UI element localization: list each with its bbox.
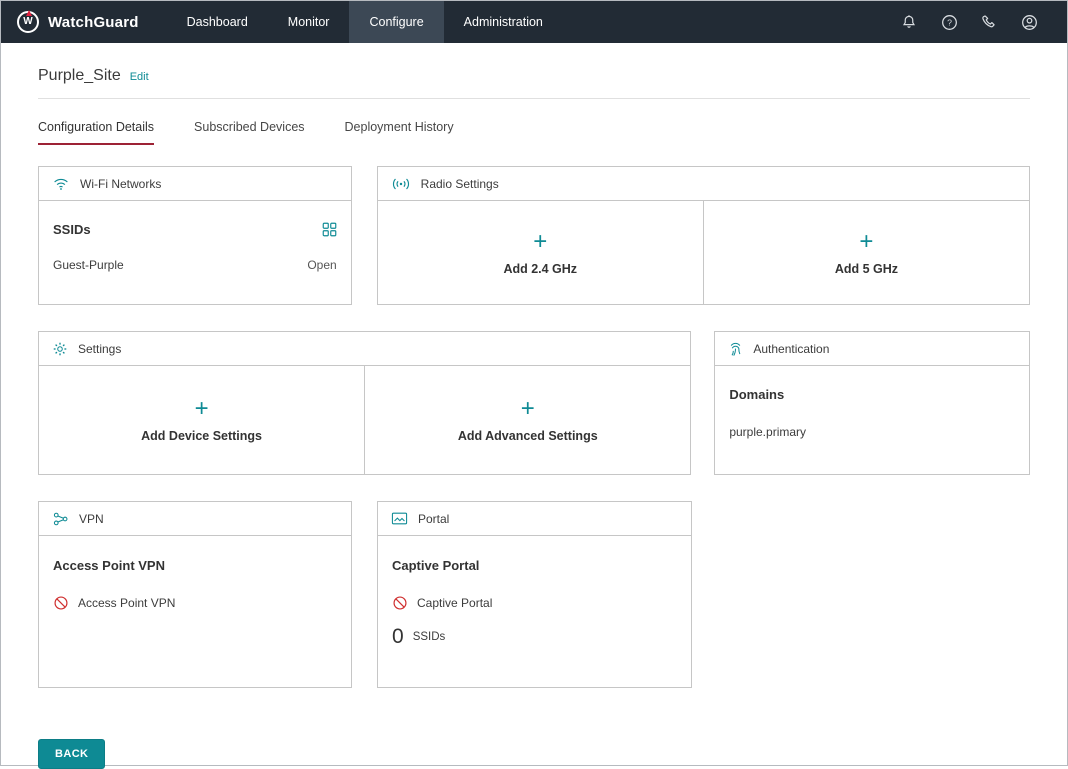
vpn-card-header: VPN <box>39 502 351 536</box>
svg-text:?: ? <box>947 17 952 27</box>
top-navbar: W WatchGuard Dashboard Monitor Configure… <box>1 1 1067 43</box>
portal-status-label: Captive Portal <box>417 596 492 610</box>
fingerprint-icon <box>728 341 743 357</box>
radio-settings-card: Radio Settings + Add 2.4 GHz + Add 5 GHz <box>377 166 1030 305</box>
help-question-icon[interactable]: ? <box>935 8 963 36</box>
ssids-header-row: SSIDs <box>53 222 337 237</box>
navbar-utility-icons: ? <box>895 1 1067 43</box>
ssid-count-label: SSIDs <box>413 631 446 643</box>
portal-ssid-count-row: 0 SSIDs <box>392 626 677 647</box>
tab-deployment-history[interactable]: Deployment History <box>345 120 454 145</box>
ssid-name: Guest-Purple <box>53 258 124 272</box>
nav-item-monitor[interactable]: Monitor <box>268 1 350 43</box>
plus-icon: + <box>195 397 209 421</box>
settings-card-body: + Add Device Settings + Add Advanced Set… <box>39 366 690 474</box>
add-24ghz-label: Add 2.4 GHz <box>503 262 577 276</box>
domain-value[interactable]: purple.primary <box>729 425 1015 439</box>
share-nodes-icon <box>52 511 69 527</box>
ssids-label: SSIDs <box>53 222 91 237</box>
access-point-vpn-heading: Access Point VPN <box>53 558 337 573</box>
add-advanced-settings-button[interactable]: + Add Advanced Settings <box>364 366 690 474</box>
watchguard-wifi-cloud-app: { "navbar": { "brand": "WatchGuard", "it… <box>0 0 1068 766</box>
phone-support-icon[interactable] <box>975 8 1003 36</box>
image-icon <box>391 511 408 526</box>
back-button[interactable]: BACK <box>38 739 105 769</box>
account-user-icon[interactable] <box>1015 8 1043 36</box>
watchguard-brand[interactable]: W WatchGuard <box>1 1 167 43</box>
radio-settings-card-body: + Add 2.4 GHz + Add 5 GHz <box>378 201 1029 304</box>
captive-portal-heading: Captive Portal <box>392 558 677 573</box>
card-row-2: Settings + Add Device Settings + Add Adv… <box>38 331 1030 475</box>
add-device-settings-button[interactable]: + Add Device Settings <box>39 366 364 474</box>
settings-card: Settings + Add Device Settings + Add Adv… <box>38 331 691 475</box>
page-content: Purple_Site Edit Configuration Details S… <box>1 67 1067 688</box>
vpn-card-body: Access Point VPN Access Point VPN <box>39 536 351 687</box>
authentication-card-header: Authentication <box>715 332 1029 366</box>
wifi-networks-card-body: SSIDs Guest-Purple Open <box>39 201 351 296</box>
authentication-card-body: Domains purple.primary <box>715 366 1029 460</box>
authentication-card-title: Authentication <box>753 342 829 356</box>
page-title: Purple_Site <box>38 67 121 85</box>
vpn-card: VPN Access Point VPN Access Point VPN <box>38 501 352 688</box>
tab-bar: Configuration Details Subscribed Devices… <box>38 120 1030 145</box>
logo-flame <box>26 10 32 16</box>
settings-card-header: Settings <box>39 332 690 366</box>
radio-icon <box>391 177 411 191</box>
site-title-row: Purple_Site Edit <box>38 67 1030 99</box>
portal-card: Portal Captive Portal Captive Portal <box>377 501 692 688</box>
ssid-list-item[interactable]: Guest-Purple Open <box>53 258 337 272</box>
vpn-card-title: VPN <box>79 512 104 526</box>
disabled-prohibited-icon <box>392 595 408 611</box>
tab-subscribed-devices[interactable]: Subscribed Devices <box>194 120 304 145</box>
add-device-settings-label: Add Device Settings <box>141 429 262 443</box>
domains-label: Domains <box>729 387 1015 402</box>
radio-settings-card-header: Radio Settings <box>378 167 1029 201</box>
edit-site-link[interactable]: Edit <box>130 71 149 83</box>
disabled-prohibited-icon <box>53 595 69 611</box>
gear-icon <box>52 341 68 357</box>
brand-name: WatchGuard <box>48 14 139 31</box>
ssid-count-value: 0 <box>392 626 404 647</box>
card-row-3: VPN Access Point VPN Access Point VPN <box>38 501 1030 688</box>
vpn-status-row[interactable]: Access Point VPN <box>53 595 337 611</box>
portal-card-body: Captive Portal Captive Portal 0 SSIDs <box>378 536 691 687</box>
portal-card-header: Portal <box>378 502 691 536</box>
radio-settings-card-title: Radio Settings <box>421 177 499 191</box>
vpn-status-label: Access Point VPN <box>78 596 175 610</box>
plus-icon: + <box>859 230 873 254</box>
wifi-networks-card: Wi-Fi Networks SSIDs <box>38 166 352 305</box>
add-24ghz-button[interactable]: + Add 2.4 GHz <box>378 201 703 304</box>
wifi-networks-card-title: Wi-Fi Networks <box>80 177 161 191</box>
plus-icon: + <box>533 230 547 254</box>
authentication-card: Authentication Domains purple.primary <box>714 331 1030 475</box>
add-advanced-settings-label: Add Advanced Settings <box>458 429 598 443</box>
watchguard-logo-icon: W <box>17 11 39 33</box>
portal-status-row[interactable]: Captive Portal <box>392 595 677 611</box>
settings-card-title: Settings <box>78 342 121 356</box>
logo-letter: W <box>23 17 32 27</box>
wifi-networks-card-header: Wi-Fi Networks <box>39 167 351 201</box>
ssid-grid-view-icon[interactable] <box>322 222 337 237</box>
card-grid: Wi-Fi Networks SSIDs <box>38 166 1030 688</box>
portal-card-title: Portal <box>418 512 449 526</box>
plus-icon: + <box>521 397 535 421</box>
card-row-1: Wi-Fi Networks SSIDs <box>38 166 1030 305</box>
nav-item-administration[interactable]: Administration <box>444 1 563 43</box>
notifications-bell-icon[interactable] <box>895 8 923 36</box>
ssid-security-type: Open <box>307 258 336 272</box>
add-5ghz-label: Add 5 GHz <box>835 262 898 276</box>
tab-configuration-details[interactable]: Configuration Details <box>38 120 154 145</box>
add-5ghz-button[interactable]: + Add 5 GHz <box>703 201 1029 304</box>
nav-item-dashboard[interactable]: Dashboard <box>167 1 268 43</box>
wifi-icon <box>52 176 70 191</box>
nav-item-configure[interactable]: Configure <box>349 1 443 43</box>
